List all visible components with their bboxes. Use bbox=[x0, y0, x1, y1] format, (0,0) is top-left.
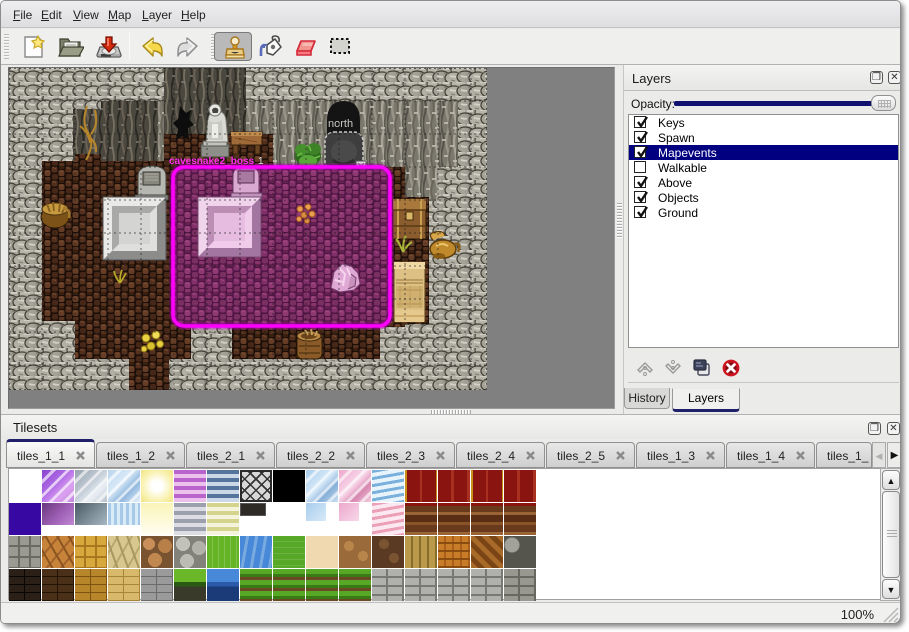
svg-text:cavesnake2_boss: cavesnake2_boss bbox=[169, 156, 255, 167]
svg-text:1: 1 bbox=[258, 156, 264, 167]
svg-text:north: north bbox=[328, 118, 353, 130]
